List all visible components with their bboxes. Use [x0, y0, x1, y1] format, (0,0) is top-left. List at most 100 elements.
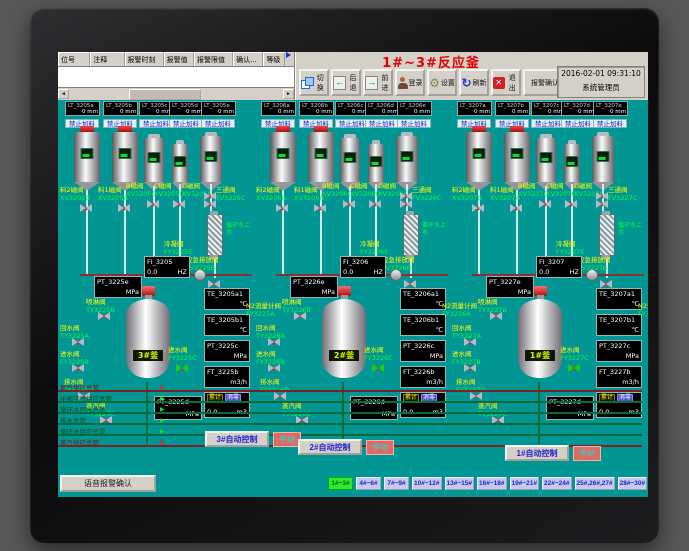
auto-control-button-1[interactable]: 1#自动控制	[505, 445, 569, 461]
exit-button[interactable]: 退出	[491, 69, 521, 96]
condenser	[207, 214, 223, 256]
three-way-valve[interactable]	[400, 192, 412, 201]
tank-level-indicator	[315, 148, 328, 159]
frequency-display: FI_32060.0HZ	[340, 256, 386, 278]
auto-control-button-2[interactable]: 2#自动控制	[298, 439, 362, 455]
valve-tag: 料2磁阀XV3207B	[452, 186, 492, 202]
alarm-column-header: 确认...	[233, 52, 263, 66]
valve-tag: 冷凝阀FY3226E	[360, 240, 400, 256]
reactor-vessel: 2#釜	[314, 286, 374, 382]
pipe	[86, 190, 88, 276]
scroll-left-arrow-icon[interactable]: ◄	[58, 89, 69, 99]
alarm-column-header: 报警限值	[194, 52, 233, 66]
valve-tag: 进水阀FY3226B	[256, 350, 296, 366]
auto-control-button-3[interactable]: 3#自动控制	[205, 431, 269, 447]
no-feed-label: 禁止加料	[335, 119, 369, 128]
feed-valve[interactable]	[147, 200, 159, 209]
back-icon	[333, 76, 346, 90]
reactor-page-button[interactable]: 25#,26#,27#	[575, 477, 615, 490]
valve-tag: 料2磁阀XV3205B	[60, 186, 100, 202]
exit-icon	[493, 77, 505, 89]
three-way-valve[interactable]	[204, 192, 216, 201]
feed-valve[interactable]	[369, 200, 381, 209]
login-button[interactable]: 登录	[395, 69, 425, 96]
scroll-right-arrow-icon[interactable]: ►	[283, 89, 294, 99]
valve-tag: 三通阀FV3226C	[412, 186, 452, 202]
top-bar: 位号 注释 报警时刻 报警值 报警限值 确认... 等级	[58, 52, 648, 100]
reactor-page-button[interactable]: 4#~6#	[356, 477, 381, 490]
forward-button[interactable]: 前进	[363, 69, 393, 96]
inlet-water-valve[interactable]	[176, 364, 188, 373]
level-display: LT_3206e0 mm	[397, 101, 432, 116]
feed-valve[interactable]	[400, 200, 412, 209]
feed-valve[interactable]	[510, 204, 522, 213]
inlet-water-valve[interactable]	[568, 364, 580, 373]
feed-valve[interactable]	[314, 204, 326, 213]
feed-tank	[144, 138, 164, 182]
feed-valve[interactable]	[204, 200, 216, 209]
feed-tank	[504, 132, 530, 182]
reactor-page-button[interactable]: 7#~9#	[384, 477, 409, 490]
feed-valve[interactable]	[596, 200, 608, 209]
feed-valve[interactable]	[173, 200, 185, 209]
feed-tank	[536, 138, 556, 182]
pipe-main-row: 排水总管	[58, 415, 644, 426]
no-feed-label: 禁止加料	[561, 119, 595, 128]
pipe	[478, 190, 480, 276]
refresh-button[interactable]: 刷新	[459, 69, 489, 96]
temperature-display: TE_3207a1℃	[596, 288, 642, 310]
alarm-table: 位号 注释 报警时刻 报警值 报警限值 确认... 等级	[58, 52, 295, 100]
settings-button[interactable]: 设置	[427, 69, 457, 96]
tank-level-indicator	[277, 148, 290, 159]
reactor-page-button[interactable]: 10#~12#	[412, 477, 442, 490]
alarm-table-scrollbar[interactable]: ◄ ►	[58, 87, 294, 100]
feed-valve[interactable]	[118, 204, 130, 213]
alarm-column-header: 等级	[263, 52, 285, 66]
back-button[interactable]: 后退	[331, 69, 361, 96]
no-feed-label: 禁止加料	[593, 119, 627, 128]
pressure-display: PT_3225cMPa	[204, 340, 250, 362]
pipe-main-line	[58, 423, 642, 425]
three-way-valve[interactable]	[596, 192, 608, 201]
temperature-display: TE_3205a1℃	[204, 288, 250, 310]
valve-tag: 三通阀FV3225C	[216, 186, 256, 202]
reactor-page-button[interactable]: 16#~18#	[477, 477, 507, 490]
monitor-bezel: 位号 注释 报警时刻 报警值 报警限值 确认... 等级	[30, 8, 659, 543]
tank-level-indicator	[540, 152, 553, 163]
voice-alarm-ack-button[interactable]: 语音报警确认	[60, 475, 156, 492]
pipe-main-row: 压缩空气供应总管	[58, 393, 644, 404]
level-display: LT_3205d0 mm	[169, 101, 204, 116]
level-display: LT_3207e0 mm	[593, 101, 628, 116]
feed-tank	[396, 136, 418, 182]
feed-valve[interactable]	[539, 200, 551, 209]
valve-tag: 进水阀FY3225B	[60, 350, 100, 366]
cooling-water-label: 循环水上水	[618, 222, 644, 236]
level-display: LT_3205e0 mm	[201, 101, 236, 116]
scrollbar-thumb[interactable]	[129, 89, 201, 100]
pipe-main-row: 氮气供应总管	[58, 382, 644, 393]
feed-valve[interactable]	[472, 204, 484, 213]
pipe-main-row: 循环水供应总管	[58, 426, 644, 437]
alarm-table-header: 位号 注释 报警时刻 报警值 报警限值 确认... 等级	[58, 52, 294, 67]
pressure-display: PT_3226cMPa	[400, 340, 446, 362]
reactor-page-button[interactable]: 1#~3#	[328, 477, 353, 490]
alarm-table-body	[58, 67, 294, 87]
reactor-page-button[interactable]: 19#~21#	[510, 477, 540, 490]
reactor-page-button[interactable]: 28#~30#	[618, 477, 648, 490]
feed-tank	[172, 144, 188, 182]
confirm-hand-icon	[286, 52, 294, 58]
feed-valve[interactable]	[276, 204, 288, 213]
level-display: LT_3205b0 mm	[103, 101, 138, 116]
switch-button[interactable]: 切换	[299, 69, 329, 96]
temperature-display: TE_3206b1℃	[400, 314, 446, 336]
reactor-page-button[interactable]: 13#~15#	[445, 477, 475, 490]
feed-valve[interactable]	[565, 200, 577, 209]
feed-valve[interactable]	[343, 200, 355, 209]
no-feed-label: 禁止加料	[201, 119, 235, 128]
tank-level-indicator	[473, 148, 486, 159]
inlet-water-valve[interactable]	[372, 364, 384, 373]
no-feed-label: 禁止加料	[397, 119, 431, 128]
feed-valve[interactable]	[80, 204, 92, 213]
feed-tank	[592, 136, 614, 182]
reactor-page-button[interactable]: 22#~24#	[542, 477, 572, 490]
